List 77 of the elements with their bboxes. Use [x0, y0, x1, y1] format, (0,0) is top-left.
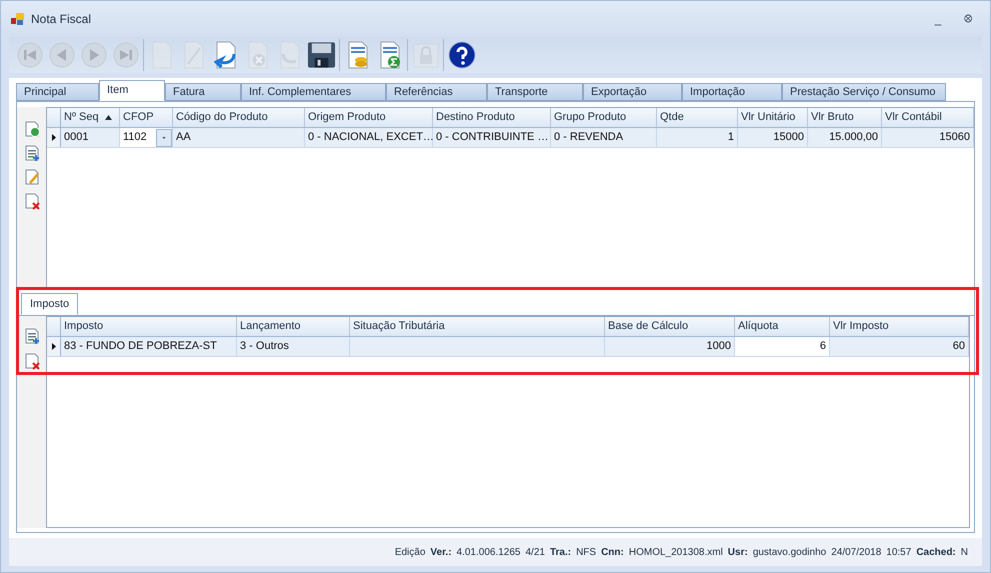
tab[interactable]: Referências — [386, 83, 487, 101]
tab[interactable]: Prestação Serviço / Consumo — [782, 83, 946, 101]
table-cell: AA — [173, 128, 305, 147]
toolbar-button[interactable] — [447, 39, 476, 71]
lock-icon — [412, 41, 440, 69]
status-label: Cnn: — [601, 546, 624, 560]
tab[interactable]: Imposto — [21, 293, 78, 315]
step-forward-icon — [80, 41, 108, 69]
status-value: 4.01.006.1265 — [456, 546, 520, 560]
table-cell: 0 - REVENDA — [551, 128, 657, 147]
tab[interactable]: Importação — [682, 83, 782, 101]
column-header[interactable]: Código do Produto — [173, 108, 305, 127]
pencil-document-icon[interactable] — [24, 169, 40, 186]
column-header[interactable]: Qtde — [657, 108, 738, 127]
sort-ascending-icon — [105, 115, 112, 120]
status-value: HOMOL_201308.xml — [628, 546, 723, 560]
add-row-icon[interactable] — [24, 145, 40, 162]
tab[interactable]: Exportação — [583, 83, 682, 101]
app-icon — [11, 12, 25, 26]
status-text: Edição — [394, 546, 426, 560]
table-cell: 15060 — [882, 128, 974, 147]
status-value: N — [960, 546, 968, 560]
column-header[interactable]: Origem Produto — [305, 108, 433, 127]
column-header[interactable]: Destino Produto — [433, 108, 551, 127]
pencil-document-icon — [182, 40, 206, 70]
table-cell: 83 - FUNDO DE POBREZA-ST — [61, 337, 237, 356]
status-value: NFS — [576, 546, 596, 560]
column-header[interactable]: Vlr Imposto — [830, 317, 969, 336]
status-text: 24/07/2018 — [831, 546, 882, 560]
redo-document-icon — [278, 40, 302, 70]
column-header[interactable]: Alíquota — [735, 317, 830, 336]
table-cell: 1000 — [605, 337, 735, 356]
column-header[interactable]: Nº Seq — [61, 108, 120, 127]
close-button[interactable]: ꕕ — [960, 10, 976, 28]
step-back-icon — [48, 41, 76, 69]
column-header[interactable]: Vlr Unitário — [738, 108, 808, 127]
delete-document-icon[interactable] — [24, 353, 40, 370]
column-header[interactable]: Base de Cálculo — [605, 317, 735, 336]
column-header[interactable]: Imposto — [61, 317, 237, 336]
column-header[interactable]: Grupo Produto — [551, 108, 657, 127]
table-cell: 0 - CONTRIBUINTE … — [433, 128, 551, 147]
column-header[interactable]: Lançamento — [237, 317, 350, 336]
status-text: 4/21 — [525, 546, 545, 560]
cancel-document-icon — [246, 40, 270, 70]
table-cell: 3 - Outros — [237, 337, 350, 356]
add-document-icon[interactable] — [24, 121, 40, 138]
column-header[interactable]: CFOP — [120, 108, 173, 127]
table-cell: 0 - NACIONAL, EXCET… — [305, 128, 433, 147]
status-label: Tra.: — [550, 546, 572, 560]
status-label: Ver.: — [430, 546, 452, 560]
table-cell: 15.000,00 — [808, 128, 882, 147]
status-value: gustavo.godinho — [752, 546, 826, 560]
tab[interactable]: Principal — [16, 83, 99, 101]
help-icon — [448, 41, 476, 69]
status-label: Cached: — [916, 546, 956, 560]
tab[interactable]: Item — [99, 80, 165, 101]
skip-back-icon — [16, 41, 44, 69]
column-header[interactable]: Vlr Contábil — [882, 108, 974, 127]
table-cell: 1 — [657, 128, 738, 147]
tab[interactable]: Inf. Complementares — [241, 83, 386, 101]
table-cell: 60 — [830, 337, 969, 356]
add-row-icon[interactable] — [24, 328, 40, 345]
delete-document-icon[interactable] — [24, 193, 40, 210]
column-header[interactable]: Situação Tributária — [350, 317, 605, 336]
table-cell: 0001 — [61, 128, 120, 147]
tab[interactable]: Fatura — [165, 83, 241, 101]
status-label: Usr: — [728, 546, 748, 560]
report-coins-icon — [346, 40, 370, 70]
window-title: Nota Fiscal — [31, 11, 92, 28]
undo-document-icon — [214, 40, 238, 70]
column-header[interactable]: Vlr Bruto — [808, 108, 882, 127]
report-sum-icon — [378, 40, 402, 70]
skip-forward-icon — [112, 41, 140, 69]
tab[interactable]: Transporte — [487, 83, 583, 101]
status-text: 10:57 — [886, 546, 912, 560]
minimize-button[interactable]: _ — [930, 10, 946, 28]
table-cell: 15000 — [738, 128, 808, 147]
